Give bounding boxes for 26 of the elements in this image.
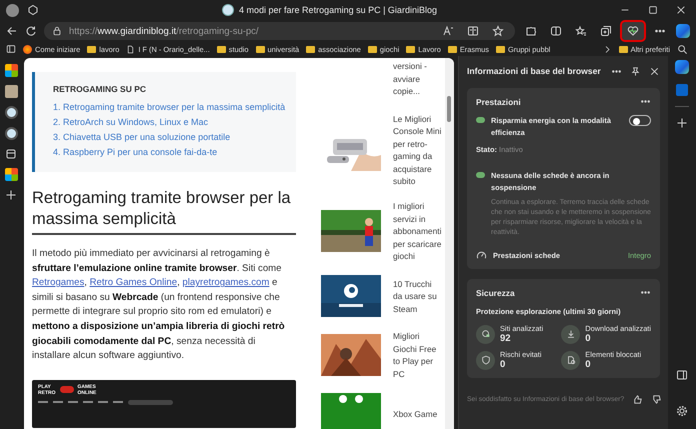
article-paragraph: Il metodo più immediato per avvicinarsi al retrogaming è sfruttare l’emulazione online tramite browser. Siti come Retrogames, Retro Games Online, playretrogames.com e simili si basano su Webrcade (un frontend responsive che permette di integrare sul proprio sito rom ed emulatori) e mettono a disposizione un’ampia libreria di giochi retrò giocabili comodamente dal PC, senza necessità di installare alcun software aggiuntivo.: [32, 247, 286, 364]
article-link[interactable]: Retrogames: [32, 277, 84, 288]
related-article-link[interactable]: versioni - avviare copie...: [393, 60, 443, 98]
article-link[interactable]: Retro Games Online: [90, 277, 178, 288]
stat-value: 0: [500, 359, 506, 370]
toc-link[interactable]: 1. Retrogaming tramite browser per la massima semplicità: [53, 100, 286, 115]
window-title: 4 modi per fare Retrogaming su PC | GiardiniBlog: [239, 5, 437, 15]
toc-link[interactable]: 3. Chiavetta USB per una soluzione portatile: [53, 130, 286, 145]
related-article-link[interactable]: Xbox Game: [393, 408, 443, 420]
article-link[interactable]: playretrogames.com: [182, 277, 270, 288]
toc-title: RETROGAMING SU PC: [53, 83, 148, 96]
panel-title: Informazioni di base del browser: [467, 66, 602, 76]
card-title: Prestazioni: [476, 96, 521, 106]
stat-value: 92: [500, 333, 512, 344]
related-article-link[interactable]: 10 Trucchi da usare su Steam: [393, 278, 443, 316]
article-heading: Retrogaming tramite browser per la massima semplicità: [32, 188, 296, 235]
related-article-link[interactable]: Le Migliori Console Mini per retro-gaming da acquistare subito: [393, 113, 443, 188]
stat-value: 0: [585, 333, 592, 344]
related-article-link[interactable]: Migliori Giochi Free to Play per PC: [393, 330, 443, 380]
toc-link[interactable]: 2. RetroArch su Windows, Linux e Mac: [53, 115, 286, 130]
stat-value: 0: [585, 359, 592, 370]
card-title: Sicurezza: [476, 288, 515, 298]
address-bar[interactable]: https://www.giardiniblog.it/retrogaming-su-pc/: [44, 22, 515, 40]
related-article-link[interactable]: I migliori servizi in abbonamenti per scaricare giochi: [393, 200, 443, 262]
url-text: https://www.giardiniblog.it/retrogaming-su-pc/: [69, 26, 260, 36]
toc-link[interactable]: 4. Raspberry Pi per una console fai-da-te: [53, 145, 286, 160]
